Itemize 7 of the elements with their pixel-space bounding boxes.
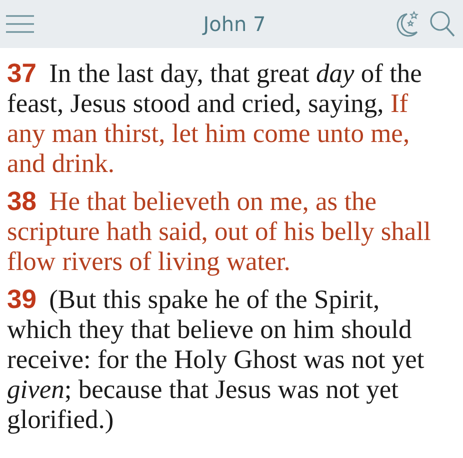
menu-icon[interactable] bbox=[6, 15, 34, 33]
night-mode-icon[interactable] bbox=[395, 10, 421, 38]
chapter-title: John 7 bbox=[201, 12, 267, 36]
verse-paragraph: 39 (But this spake he of the Spirit, which they that believe on him should receive: for the Holy Ghost was not yet given; because that Jesus was not yet glorified.) bbox=[7, 284, 426, 434]
verse-paragraph: 37 In the last day, that great day of the feast, Jesus stood and cried, saying, If any man thirst, let him come unto me, and drink. bbox=[7, 58, 423, 178]
search-icon[interactable] bbox=[429, 10, 455, 38]
verse-paragraph: 38 He that believeth on me, as the scripture hath said, out of his belly shall flow rivers of living water. bbox=[7, 186, 432, 276]
